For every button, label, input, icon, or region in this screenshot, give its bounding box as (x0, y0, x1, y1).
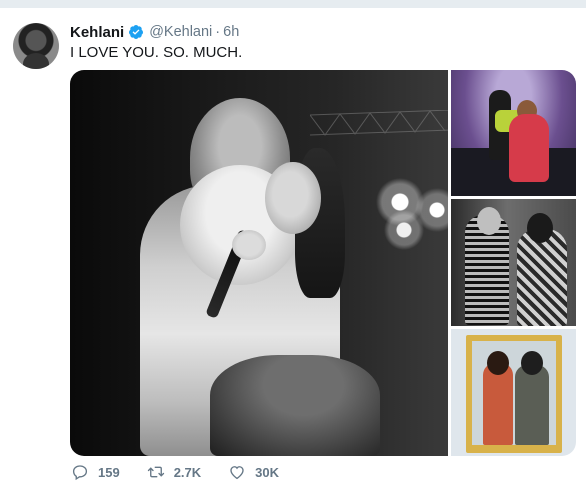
media-photo-4[interactable] (451, 329, 576, 456)
media-photo-main[interactable] (70, 70, 448, 456)
photo-person (509, 114, 549, 182)
reply-button[interactable]: 159 (70, 463, 120, 481)
media-photo-3[interactable] (451, 199, 576, 326)
photo-hand (232, 230, 266, 260)
avatar[interactable] (13, 23, 59, 69)
tweet-header: Kehlani @Kehlani · 6h (70, 22, 239, 42)
retweet-icon (146, 463, 166, 481)
verified-badge-icon (128, 24, 144, 40)
retweet-count: 2.7K (173, 464, 202, 480)
tweet[interactable]: Kehlani @Kehlani · 6h I LOVE YOU. SO. MU… (0, 8, 586, 495)
like-icon (227, 463, 247, 481)
retweet-button[interactable]: 2.7K (146, 463, 201, 481)
photo-person (515, 365, 549, 445)
author-name[interactable]: Kehlani (70, 24, 124, 41)
reply-icon (70, 463, 90, 481)
media-photo-2[interactable] (451, 70, 576, 196)
photo-person-head (487, 351, 509, 375)
tweet-text: I LOVE YOU. SO. MUCH. (70, 44, 243, 61)
photo-person (483, 363, 513, 445)
like-button[interactable]: 30K (227, 463, 279, 481)
tweet-actions: 159 2.7K 30K (70, 460, 305, 484)
tweet-timestamp[interactable]: 6h (223, 24, 239, 40)
timeline-divider (0, 0, 586, 8)
separator-dot: · (215, 24, 221, 40)
stage-truss (310, 110, 448, 136)
photo-figure-face (265, 162, 321, 234)
like-count: 30K (255, 464, 280, 480)
reply-count: 159 (98, 464, 120, 480)
media-grid (70, 70, 576, 456)
author-handle[interactable]: @Kehlani (149, 24, 212, 40)
photo-person-head (527, 213, 553, 243)
photo-person-head (521, 351, 543, 375)
photo-figure-pants (210, 355, 380, 456)
photo-person (517, 229, 567, 326)
photo-person-head (477, 207, 501, 235)
